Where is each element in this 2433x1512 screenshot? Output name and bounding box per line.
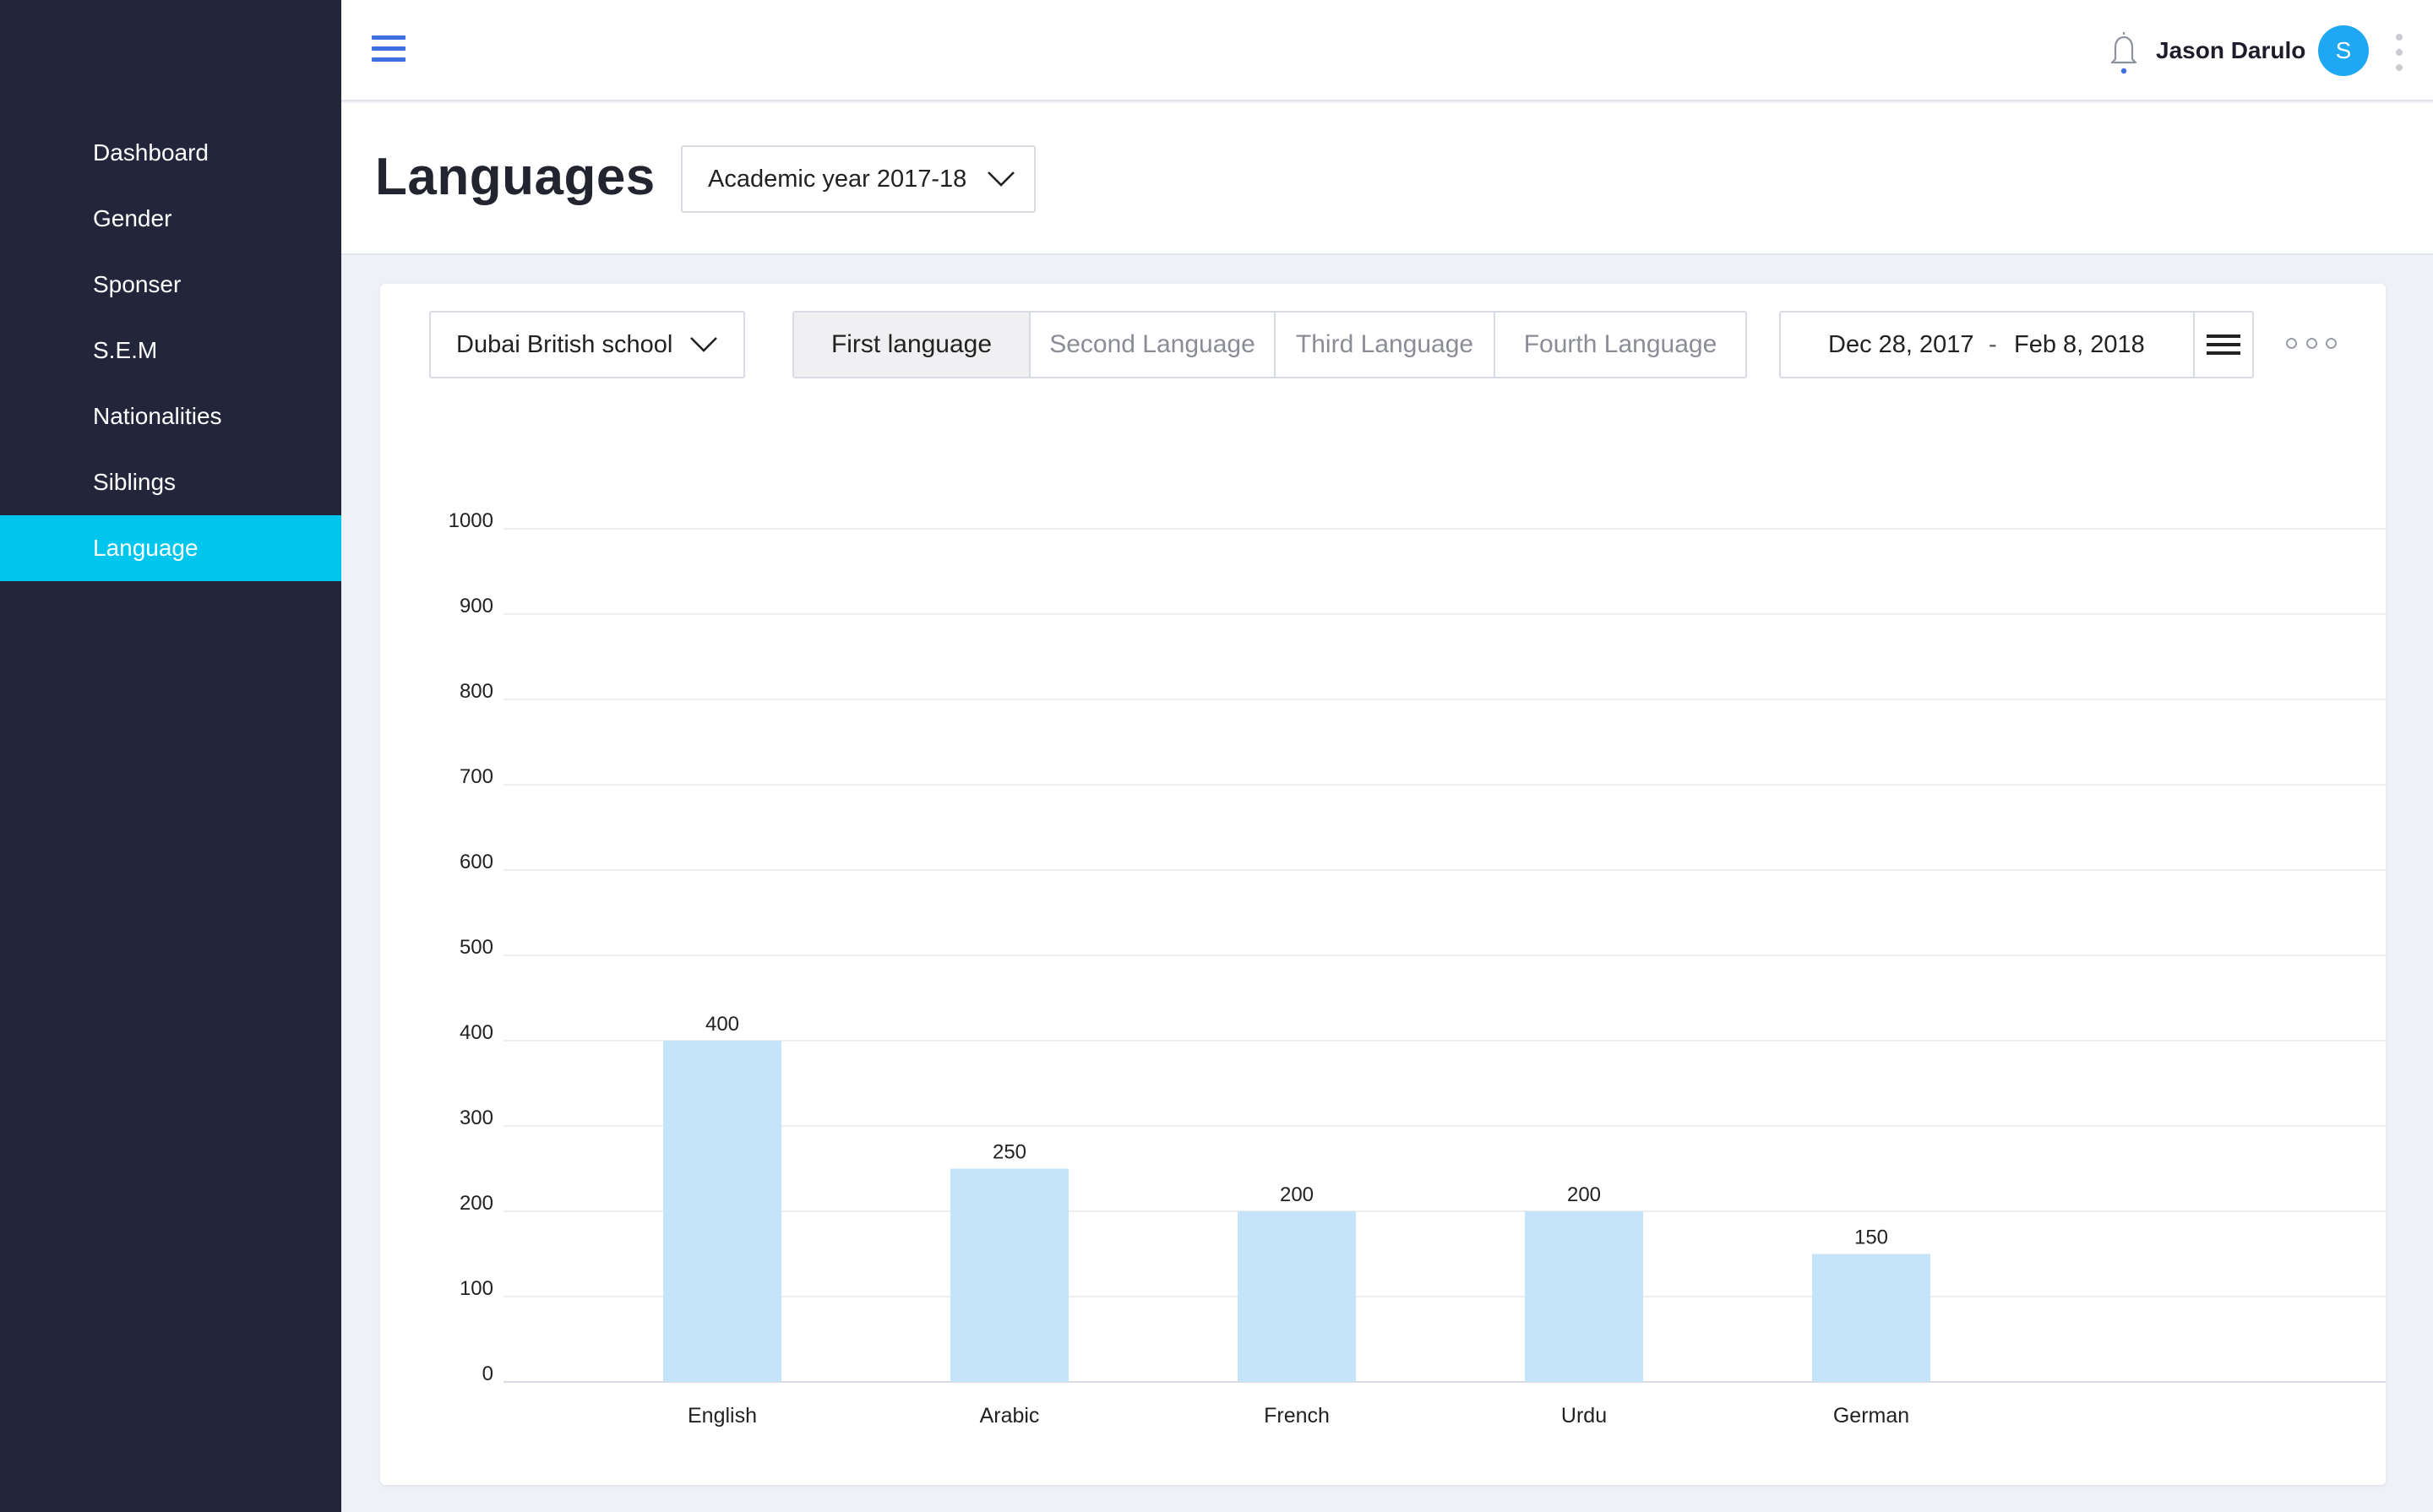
avatar-initial: S (2335, 37, 2352, 63)
academic-year-select[interactable]: Academic year 2017-18 (681, 145, 1036, 213)
y-tick-label: 1000 (449, 509, 493, 532)
sidebar-item-dashboard[interactable]: Dashboard (0, 120, 341, 186)
sidebar: Dashboard Gender Sponser S.E.M Nationali… (0, 0, 341, 1512)
sidebar-item-language[interactable]: Language (0, 515, 341, 581)
bar (1238, 1211, 1356, 1382)
sidebar-item-label: Dashboard (93, 139, 209, 166)
bar (1525, 1211, 1643, 1382)
bar (663, 1041, 781, 1382)
y-tick-label: 300 (460, 1107, 493, 1129)
y-tick-label: 800 (460, 680, 493, 703)
sidebar-item-label: Gender (93, 205, 172, 231)
academic-year-value: Academic year 2017-18 (708, 165, 967, 193)
x-tick-label: French (1264, 1404, 1330, 1428)
sidebar-item-sem[interactable]: S.E.M (0, 318, 341, 383)
kebab-icon[interactable] (2392, 34, 2406, 71)
bar (1812, 1254, 1930, 1382)
data-label: 150 (1854, 1226, 1888, 1249)
avatar[interactable]: S (2318, 25, 2369, 76)
x-tick-label: English (688, 1404, 757, 1428)
bar (950, 1168, 1069, 1382)
sidebar-item-siblings[interactable]: Siblings (0, 449, 341, 515)
y-tick-label: 900 (460, 595, 493, 617)
page-header: Languages Academic year 2017-18 (341, 103, 2433, 255)
sidebar-nav: Dashboard Gender Sponser S.E.M Nationali… (0, 120, 341, 581)
hamburger-icon[interactable] (372, 35, 406, 64)
chart-card: Dubai British school First language Seco… (380, 284, 2386, 1485)
y-tick-label: 400 (460, 1021, 493, 1044)
sidebar-item-label: Nationalities (93, 403, 222, 429)
data-label: 200 (1280, 1183, 1314, 1206)
sidebar-item-sponser[interactable]: Sponser (0, 252, 341, 318)
y-tick-label: 200 (460, 1192, 493, 1215)
data-label: 400 (705, 1013, 739, 1036)
bar-chart: 0 100 200 300 400 500 600 700 800 900 1000 400 Engli… (449, 509, 2386, 1428)
sidebar-item-label: Siblings (93, 469, 177, 495)
sidebar-item-gender[interactable]: Gender (0, 186, 341, 252)
y-tick-label: 700 (460, 765, 493, 788)
user-name[interactable]: Jason Darulo (2156, 37, 2305, 64)
sidebar-item-label: S.E.M (93, 337, 158, 363)
sidebar-item-label: Language (93, 535, 199, 561)
y-tick-label: 0 (482, 1362, 493, 1385)
x-tick-label: Urdu (1561, 1404, 1607, 1428)
sidebar-item-label: Sponser (93, 271, 182, 297)
x-tick-label: Arabic (980, 1404, 1040, 1428)
top-bar: Jason Darulo S (341, 0, 2433, 101)
y-tick-label: 500 (460, 936, 493, 959)
data-label: 200 (1567, 1183, 1601, 1206)
bell-icon[interactable] (2107, 29, 2141, 76)
sidebar-item-nationalities[interactable]: Nationalities (0, 383, 341, 449)
page-title: Languages (375, 148, 656, 206)
y-tick-label: 100 (460, 1277, 493, 1300)
chevron-down-icon (988, 171, 1015, 187)
x-tick-label: German (1833, 1404, 1909, 1428)
data-label: 250 (993, 1141, 1026, 1164)
y-tick-label: 600 (460, 851, 493, 873)
